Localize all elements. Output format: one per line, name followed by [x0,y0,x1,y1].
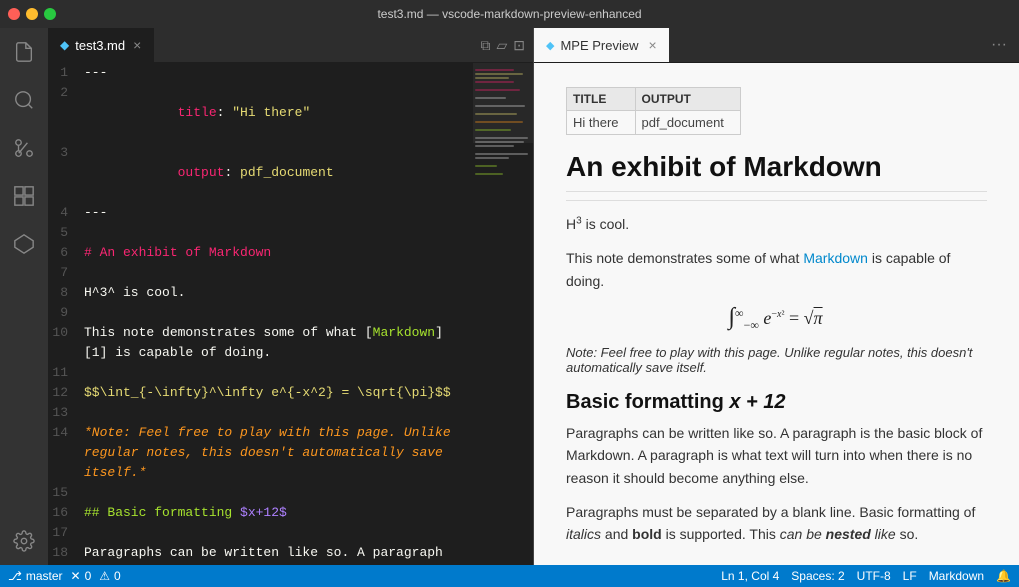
editor-line: 9 [48,303,473,323]
preview-tab-label: MPE Preview [560,38,638,53]
settings-icon[interactable] [8,525,40,557]
encoding-item[interactable]: UTF-8 [857,569,891,583]
minimize-button[interactable] [26,8,38,20]
preview-tabbar: ◆ MPE Preview × ··· [534,28,1019,63]
editor-line: 8 H^3^ is cool. [48,283,473,303]
window-title: test3.md — vscode-markdown-preview-enhan… [377,7,641,21]
warning-icon: ⚠ [99,569,110,583]
editor-line: 3 output: pdf_document [48,143,473,203]
minimap [473,63,533,565]
bell-icon: 🔔 [996,569,1011,583]
warning-count: 0 [114,569,121,583]
error-icon: ✕ [71,569,81,583]
preview-note: Note: Feel free to play with this page. … [566,345,987,375]
preview-h3-rest: is cool. [582,216,629,232]
notifications-icon[interactable]: 🔔 [996,569,1011,583]
preview-markdown-link[interactable]: Markdown [803,250,868,266]
preview-tab-mpe[interactable]: ◆ MPE Preview × [534,28,669,62]
tab-test3md[interactable]: ◆ test3.md × [48,28,154,62]
preview-h3-text: H [566,216,576,232]
language-item[interactable]: Markdown [929,569,984,583]
files-icon[interactable] [8,36,40,68]
editor-line: 17 [48,523,473,543]
git-branch-icon: ⎇ [8,569,22,583]
statusbar-left: ⎇ master ✕ 0 ⚠ 0 [8,569,121,583]
editor-line: 18 Paragraphs can be written like so. A … [48,543,473,565]
preview-tab-icon: ◆ [546,39,554,52]
close-button[interactable] [8,8,20,20]
editor-line: 10 This note demonstrates some of what [… [48,323,473,363]
preview-table-header-title: TITLE [567,88,636,111]
statusbar-right: Ln 1, Col 4 Spaces: 2 UTF-8 LF Markdown … [721,569,1011,583]
preview-more-button[interactable]: ··· [979,28,1019,62]
more-icon: ··· [991,36,1007,54]
traffic-lights [8,8,56,20]
maximize-button[interactable] [44,8,56,20]
main-area: ◆ test3.md × ⧉ ▱ ⊡ 1 --- 2 [0,28,1019,565]
line-ending-item[interactable]: LF [903,569,917,583]
editor-line: 2 title: "Hi there" [48,83,473,143]
preview-math-block: ∫∞−∞ e−x² = √π [566,304,987,333]
split-editor-icon[interactable]: ⧉ [480,37,490,54]
error-count: 0 [85,569,92,583]
view-split-icon[interactable]: ▱ [496,37,507,54]
preview-para-basic2: Paragraphs must be separated by a blank … [566,501,987,546]
language-label: Markdown [929,569,984,583]
editor-line: 7 [48,263,473,283]
spaces-label: Spaces: 2 [791,569,844,583]
preview-para-basic1: Paragraphs can be written like so. A par… [566,422,987,489]
preview-heading1: An exhibit of Markdown [566,151,987,192]
statusbar: ⎇ master ✕ 0 ⚠ 0 Ln 1, Col 4 Spaces: 2 U… [0,565,1019,587]
cursor-position: Ln 1, Col 4 [721,569,779,583]
encoding-label: UTF-8 [857,569,891,583]
remote-icon[interactable] [8,228,40,260]
editor-line: 11 [48,363,473,383]
activity-bar [0,28,48,565]
preview-para1: This note demonstrates some of what Mark… [566,247,987,292]
editor-with-minimap: 1 --- 2 title: "Hi there" 3 output: pdf_… [48,63,533,565]
preview-heading2: Basic formatting x + 12 [566,391,987,414]
preview-panel: ◆ MPE Preview × ··· TITLE OUTPUT [534,28,1019,565]
preview-frontmatter-table: TITLE OUTPUT Hi there pdf_document [566,87,741,135]
tab-label: test3.md [75,38,125,53]
editor-content[interactable]: 1 --- 2 title: "Hi there" 3 output: pdf_… [48,63,473,565]
tab-close-button[interactable]: × [133,37,141,53]
editor-line: 16 ## Basic formatting $x+12$ [48,503,473,523]
search-icon[interactable] [8,84,40,116]
editor-line: 14 *Note: Feel free to play with this pa… [48,423,473,483]
line-ending-label: LF [903,569,917,583]
editor-line: 4 --- [48,203,473,223]
preview-separator [566,200,987,201]
extensions-icon[interactable] [8,180,40,212]
editor-area: ◆ test3.md × ⧉ ▱ ⊡ 1 --- 2 [48,28,533,565]
errors-item[interactable]: ✕ 0 ⚠ 0 [71,569,121,583]
source-control-icon[interactable] [8,132,40,164]
preview-table-cell-output: pdf_document [635,111,740,135]
preview-table-cell-title: Hi there [567,111,636,135]
tab-icon: ◆ [60,38,69,52]
editor-line: 12 $$\int_{-\infty}^\infty e^{-x^2} = \s… [48,383,473,403]
editor-line: 6 # An exhibit of Markdown [48,243,473,263]
cursor-position-item[interactable]: Ln 1, Col 4 [721,569,779,583]
view-icon[interactable]: ⊡ [513,37,525,54]
preview-content[interactable]: TITLE OUTPUT Hi there pdf_document An ex… [534,63,1019,565]
preview-tab-close[interactable]: × [649,37,657,53]
editor-tabbar: ◆ test3.md × ⧉ ▱ ⊡ [48,28,533,63]
git-branch-label: master [26,569,63,583]
editor-line: 1 --- [48,63,473,83]
preview-table-header-output: OUTPUT [635,88,740,111]
git-branch-item[interactable]: ⎇ master [8,569,63,583]
spaces-item[interactable]: Spaces: 2 [791,569,844,583]
editor-line: 13 [48,403,473,423]
editor-line: 15 [48,483,473,503]
titlebar: test3.md — vscode-markdown-preview-enhan… [0,0,1019,28]
preview-superscript-para: H3 is cool. [566,213,987,235]
preview-h2-math: x + 12 [729,391,785,413]
editor-line: 5 [48,223,473,243]
